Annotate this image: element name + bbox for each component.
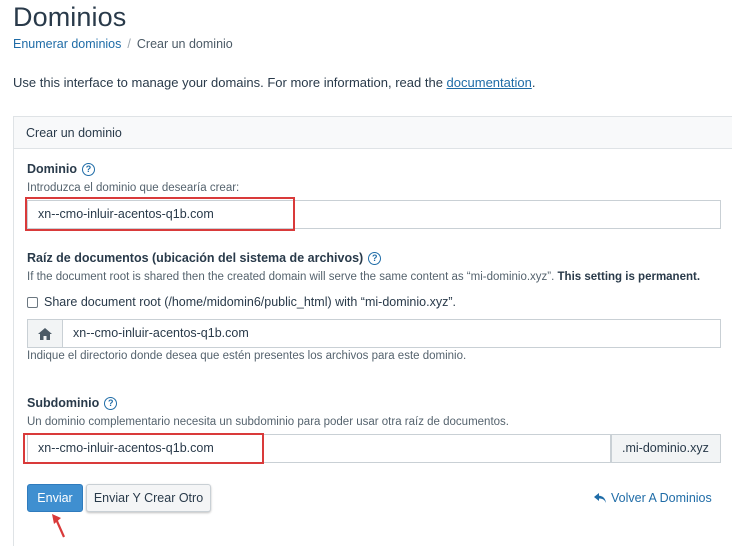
domain-input[interactable]: xn--cmo-inluir-acentos-q1b.com xyxy=(27,200,721,229)
intro-end: . xyxy=(531,75,536,90)
breadcrumb-current: Crear un dominio xyxy=(136,37,233,51)
domain-hint: Introduzca el dominio que desearía crear… xyxy=(27,182,240,194)
annotation-arrow-icon xyxy=(52,514,66,538)
breadcrumb: Enumerar dominios / Crear un dominio xyxy=(13,37,233,51)
docroot-hint-after: Indique el directorio donde desea que es… xyxy=(27,350,467,362)
intro-body: Use this interface to manage your domain… xyxy=(13,75,447,90)
share-docroot-label[interactable]: Share document root (/home/midomin6/publ… xyxy=(44,295,456,309)
submit-and-create-another-button[interactable]: Enviar Y Crear Otro xyxy=(86,484,211,512)
breadcrumb-link-domains[interactable]: Enumerar dominios xyxy=(13,37,121,51)
subdomain-suffix: .mi-dominio.xyz xyxy=(611,434,721,463)
back-to-domains-label: Volver A Dominios xyxy=(611,491,712,505)
docroot-home-addon xyxy=(27,319,63,348)
back-to-domains-link[interactable]: Volver A Dominios xyxy=(594,491,712,505)
intro-text: Use this interface to manage your domain… xyxy=(13,75,535,90)
docroot-label: Raíz de documentos (ubicación del sistem… xyxy=(27,251,382,265)
page-title: Dominios xyxy=(13,2,127,32)
help-icon[interactable]: ? xyxy=(368,251,382,265)
home-icon xyxy=(38,327,52,340)
submit-button[interactable]: Enviar xyxy=(27,484,83,512)
help-icon[interactable]: ? xyxy=(82,162,95,176)
create-domain-card: Crear un dominio Dominio ? Introduzca el… xyxy=(13,116,732,546)
subdomain-hint: Un dominio complementario necesita un su… xyxy=(27,416,509,428)
docroot-label-text: Raíz de documentos (ubicación del sistem… xyxy=(27,251,364,265)
docroot-hint: If the document root is shared then the … xyxy=(27,271,700,283)
card-header: Crear un dominio xyxy=(14,117,732,149)
share-docroot-row: Share document root (/home/midomin6/publ… xyxy=(27,295,456,309)
docroot-input[interactable]: xn--cmo-inluir-acentos-q1b.com xyxy=(62,319,721,348)
docroot-hint-text: If the document root is shared then the … xyxy=(27,271,558,283)
docroot-hint-permanent: This setting is permanent. xyxy=(557,271,701,283)
documentation-link[interactable]: documentation xyxy=(447,75,532,90)
share-docroot-checkbox[interactable] xyxy=(27,296,38,308)
help-icon[interactable]: ? xyxy=(104,396,118,410)
subdomain-label: Subdominio ? xyxy=(27,396,118,410)
domain-label: Dominio ? xyxy=(27,162,95,176)
domain-label-text: Dominio xyxy=(27,162,77,176)
breadcrumb-separator: / xyxy=(127,37,131,51)
undo-arrow-icon xyxy=(594,492,606,503)
subdomain-label-text: Subdominio xyxy=(27,396,100,410)
subdomain-input[interactable]: xn--cmo-inluir-acentos-q1b.com xyxy=(27,434,611,463)
